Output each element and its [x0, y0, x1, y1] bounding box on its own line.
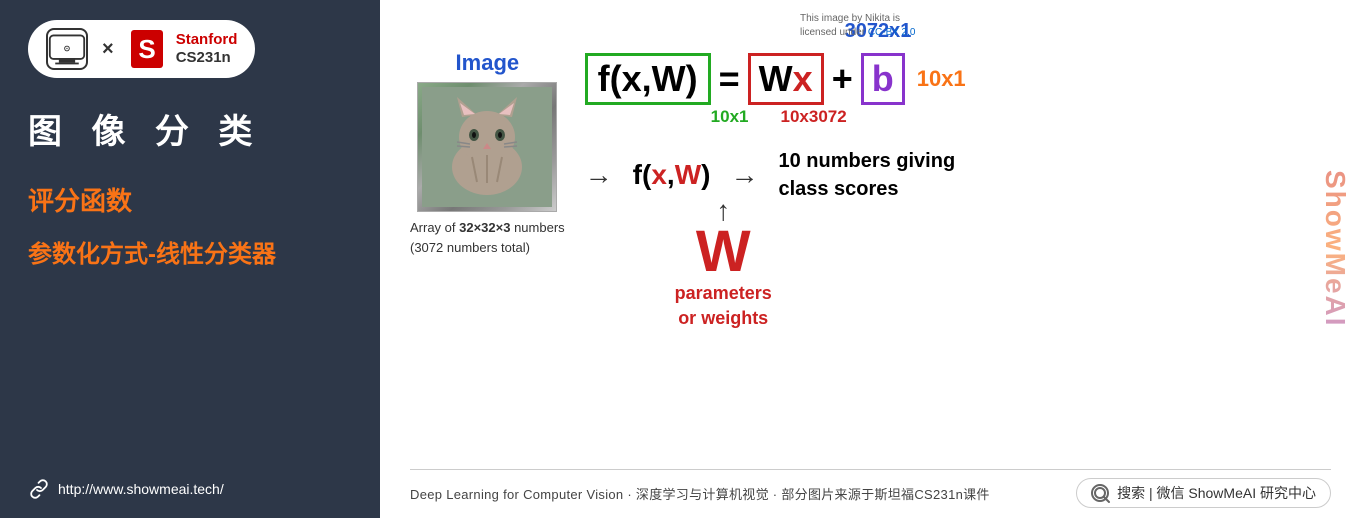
fx-box: f(x,W)	[585, 53, 711, 105]
search-icon	[1091, 484, 1109, 502]
link-icon	[28, 478, 50, 500]
bottom-bar: Deep Learning for Computer Vision · 深度学习…	[410, 469, 1331, 508]
image-section: Image	[410, 50, 565, 257]
w-param-label1: parameters	[675, 281, 772, 306]
w-letter-formula: W	[759, 58, 793, 99]
dim-labels-row: 10x1 10x3072	[585, 107, 847, 127]
plus-sign: +	[832, 58, 853, 100]
svg-text:S: S	[138, 34, 155, 64]
cross-symbol: ×	[102, 38, 114, 61]
equals-sign: =	[719, 58, 740, 100]
b-box: b	[861, 53, 905, 105]
cat-image	[417, 82, 557, 212]
dim-10x1-green: 10x1	[711, 107, 749, 127]
image-credit-line1: This image by Nikita is	[800, 12, 915, 26]
w-param-label2: or weights	[678, 306, 768, 331]
left-panel: ⊙ × S Stanford CS231n 图 像 分 类 评分函数 参数化方式…	[0, 0, 380, 518]
stanford-course: CS231n	[176, 49, 238, 67]
search-label: 搜索 | 微信 ShowMeAI 研究中心	[1117, 483, 1316, 503]
website-url: http://www.showmeai.tech/	[58, 481, 224, 497]
svg-text:⊙: ⊙	[64, 44, 71, 53]
watermark: ShowMeAI	[1317, 20, 1353, 478]
image-credit-line2: licensed under CC-BY 2.0	[800, 26, 915, 40]
image-label: Image	[456, 50, 520, 76]
image-credit: This image by Nikita is licensed under C…	[800, 12, 915, 40]
dim-10x3072-red: 10x3072	[781, 107, 847, 127]
arrow-to-func: →	[585, 159, 613, 191]
right-panel: This image by Nikita is licensed under C…	[380, 0, 1361, 518]
output-description: 10 numbers giving class scores	[778, 147, 998, 203]
website-link[interactable]: http://www.showmeai.tech/	[28, 478, 224, 500]
x-letter-formula: x	[793, 58, 813, 99]
page-title-chinese: 图 像 分 类	[28, 104, 262, 153]
flow-row: → f(x,W) → 10 numbers giving class score…	[585, 147, 999, 203]
w-big-letter: W	[696, 223, 751, 281]
b-letter: b	[872, 58, 894, 99]
stanford-text: Stanford CS231n	[176, 31, 238, 67]
func-label: f(x,W)	[633, 159, 711, 191]
subtitle-linear-classifier: 参数化方式-线性分类器	[28, 234, 276, 269]
bottom-description: Deep Learning for Computer Vision · 深度学习…	[410, 484, 990, 503]
search-box[interactable]: 搜索 | 微信 ShowMeAI 研究中心	[1076, 478, 1331, 508]
image-caption: Array of 32×32×3 numbers(3072 numbers to…	[410, 218, 565, 257]
subtitle-score-function: 评分函数	[28, 181, 132, 218]
stanford-logo-icon: S	[128, 28, 166, 70]
arrow-to-output: →	[730, 159, 758, 191]
showmeai-logo-icon: ⊙	[46, 28, 88, 70]
formula-display: f(x,W) = Wx + b 10x1	[585, 53, 966, 105]
main-content: Image	[410, 20, 1331, 469]
logo-row: ⊙ × S Stanford CS231n	[28, 20, 255, 78]
stanford-name: Stanford	[176, 31, 238, 49]
formula-section: 3072x1 f(x,W) = Wx + b 10x1	[585, 20, 1331, 331]
dim-10x1-right: 10x1	[917, 66, 966, 92]
fx-text: f(x,W)	[598, 58, 698, 99]
wx-box: Wx	[748, 53, 824, 105]
